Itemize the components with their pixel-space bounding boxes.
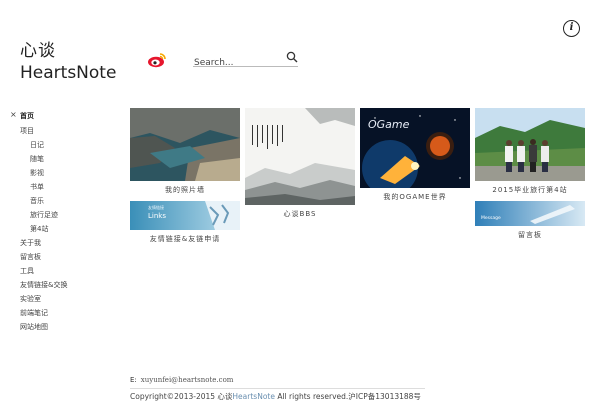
nav-item[interactable]: 影视 xyxy=(30,168,44,178)
close-icon[interactable]: × xyxy=(10,110,17,119)
site-title-cn[interactable]: 心谈 xyxy=(20,36,56,61)
nav-item[interactable]: 工具 xyxy=(20,266,34,276)
links-banner-subtext: 友情链接 xyxy=(148,204,164,210)
nav-item[interactable]: 友情链接&交换 xyxy=(20,280,67,290)
message-banner-text: Message xyxy=(481,215,501,221)
links-banner-text: Links xyxy=(148,212,166,220)
ogame-logo: OGame xyxy=(368,118,410,131)
nav-item[interactable]: 前端笔记 xyxy=(20,308,48,318)
nav-item-home[interactable]: 首页 xyxy=(20,111,34,121)
tile-caption[interactable]: 留言板 xyxy=(475,230,585,240)
nav-item[interactable]: 日记 xyxy=(30,140,44,150)
tile-ogame[interactable]: OGame xyxy=(360,108,470,188)
email-label: E: xyxy=(130,376,137,384)
nav-item[interactable]: 旅行足迹 xyxy=(30,210,58,220)
nav-item[interactable]: 留言板 xyxy=(20,252,41,262)
nav-item[interactable]: 随笔 xyxy=(30,154,44,164)
tile-bbs[interactable] xyxy=(245,108,355,205)
travel-image xyxy=(475,108,585,181)
links-banner-image: 友情链接 Links xyxy=(130,201,240,230)
info-icon[interactable]: i xyxy=(563,20,580,37)
nav-item[interactable]: 书单 xyxy=(30,182,44,192)
search-icon[interactable] xyxy=(286,51,298,63)
footer-copyright: Copyright©2013-2015 心谈HeartsNote All rig… xyxy=(130,391,421,402)
tile-caption[interactable]: 我的OGAME世界 xyxy=(360,192,470,202)
ogame-image: OGame xyxy=(360,108,470,188)
ink-painting-image xyxy=(245,108,355,205)
tile-travel[interactable] xyxy=(475,108,585,181)
search-box xyxy=(193,50,298,70)
tile-message[interactable]: Message xyxy=(475,201,585,226)
tile-links[interactable]: 友情链接 Links xyxy=(130,201,240,230)
site-title[interactable]: HeartsNote xyxy=(20,63,116,83)
nav-item[interactable]: 关于我 xyxy=(20,238,41,248)
nav-item[interactable]: 第4站 xyxy=(30,224,48,234)
footer-email: E: xuyunfei@heartsnote.com xyxy=(130,376,233,384)
weibo-icon[interactable] xyxy=(147,52,167,68)
search-input[interactable] xyxy=(193,58,282,70)
email-link[interactable]: xuyunfei@heartsnote.com xyxy=(141,376,234,384)
footer-divider xyxy=(130,388,425,389)
tile-caption[interactable]: 心谈BBS xyxy=(245,209,355,219)
tile-caption[interactable]: 我的照片墙 xyxy=(130,185,240,195)
tile-photo-wall[interactable] xyxy=(130,108,240,181)
tile-caption[interactable]: 友情链接&友链申请 xyxy=(130,234,240,244)
nav-item[interactable]: 音乐 xyxy=(30,196,44,206)
nav-item[interactable]: 实验室 xyxy=(20,294,41,304)
nav-item[interactable]: 项目 xyxy=(20,126,34,136)
tile-caption[interactable]: 2015毕业旅行第4站 xyxy=(475,185,585,195)
message-banner-image: Message xyxy=(475,201,585,226)
nav-item[interactable]: 网站地图 xyxy=(20,322,48,332)
coast-image xyxy=(130,108,240,181)
